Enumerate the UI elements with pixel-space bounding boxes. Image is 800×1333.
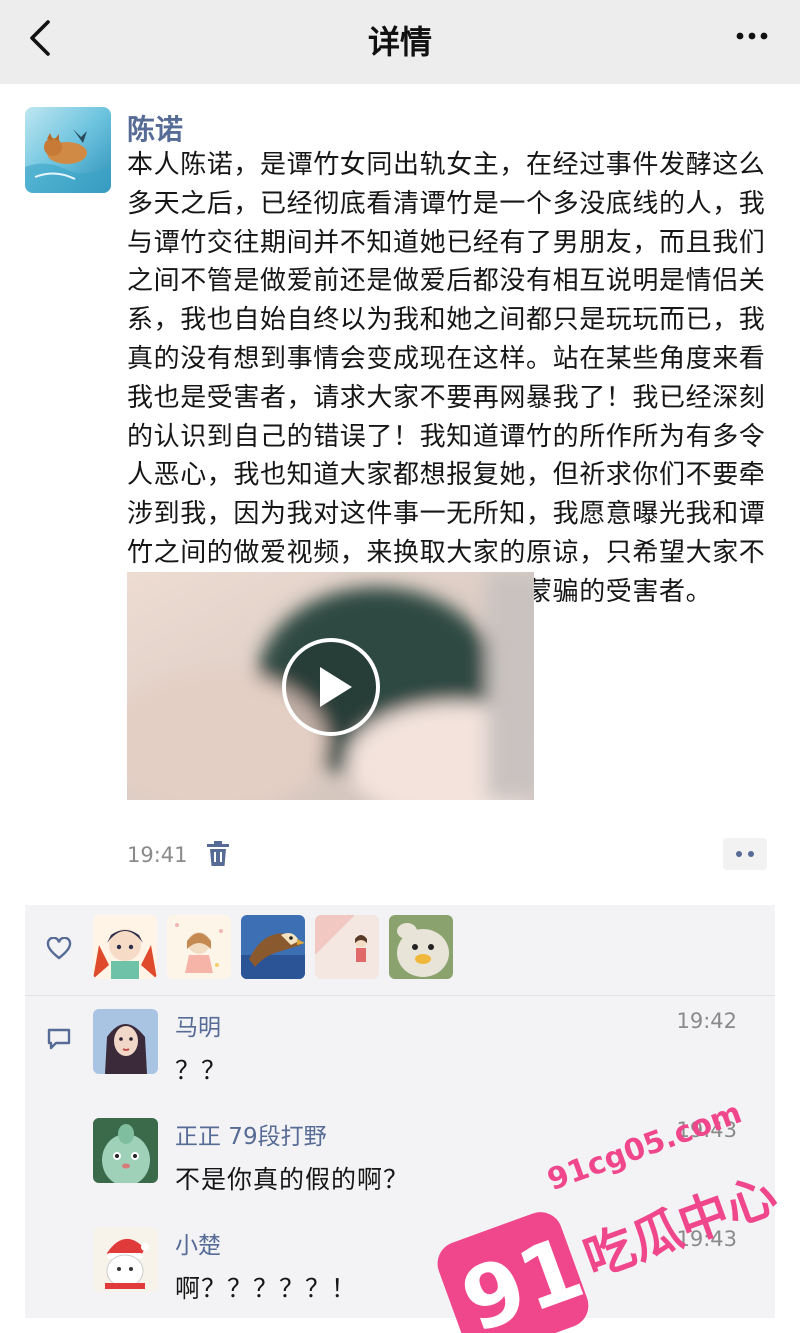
dots-icon[interactable] <box>723 838 767 870</box>
interaction-panel: 马明 19:42 ？？ 正正 79段打野 19:43 不是你真的假的啊？ 小楚 … <box>25 905 775 1318</box>
post-text-line: 系，我也自始自终以为我和她之间都只是玩玩而已，我 <box>127 305 766 336</box>
post-text-line: 真的没有想到事情会变成现在这样。站在某些角度来看 <box>127 343 766 374</box>
post-text-line: 涉到我，因为我对这件事一无所知，我愿意曝光我和谭 <box>127 499 766 530</box>
comment-text: 不是你真的假的啊？ <box>175 1165 410 1194</box>
commenter-name[interactable]: 正正 79段打野 <box>175 1117 327 1151</box>
author-avatar[interactable] <box>25 107 111 193</box>
comment-time: 19:42 <box>676 1009 737 1033</box>
comment-text: ？？ <box>175 1056 228 1085</box>
video-thumbnail[interactable] <box>127 572 534 800</box>
post-text-line: 与谭竹交往期间并不知道她已经有了男朋友，而且我们 <box>127 227 766 258</box>
liker-avatar[interactable] <box>93 915 157 979</box>
post-text-line: 人恶心，我也知道大家都想报复她，但祈求你们不要牵 <box>127 460 766 491</box>
commenter-avatar[interactable] <box>93 1118 158 1183</box>
post-text-line: 我也是受害者，请求大家不要再网暴我了！我已经深刻 <box>127 382 766 413</box>
commenter-name[interactable]: 小楚 <box>175 1226 221 1260</box>
post-text-line: 本人陈诺，是谭竹女同出轨女主，在经过事件发酵这么 <box>127 150 766 180</box>
post-text-line: 多天之后，已经彻底看清谭竹是一个多没底线的人，我 <box>127 188 766 219</box>
commenter-name[interactable]: 马明 <box>175 1008 221 1042</box>
liker-avatar[interactable] <box>389 915 453 979</box>
liker-avatar[interactable] <box>241 915 305 979</box>
liker-avatar[interactable] <box>167 915 231 979</box>
play-icon[interactable] <box>280 636 382 738</box>
comment-icon <box>46 1027 72 1051</box>
comment-time: 19:43 <box>676 1118 737 1142</box>
trash-icon[interactable] <box>205 840 231 868</box>
comment-item: 小楚 19:43 啊？？？？？！ <box>93 1227 763 1327</box>
post-author-name[interactable]: 陈诺 <box>127 108 183 148</box>
heart-outline-icon <box>46 936 72 961</box>
post-text-line: 竹之间的做爱视频，来换取大家的原谅，只希望大家不 <box>127 537 766 568</box>
commenter-avatar[interactable] <box>93 1009 158 1074</box>
ellipsis-icon[interactable] <box>732 24 772 48</box>
comment-text: 啊？？？？？！ <box>175 1274 358 1303</box>
divider <box>25 995 775 996</box>
nav-bar: 详情 <box>0 0 800 84</box>
post-text-line: 的认识到自己的错误了！我知道谭竹的所作所为有多令 <box>127 421 766 452</box>
comment-item: 正正 79段打野 19:43 不是你真的假的啊？ <box>93 1118 763 1218</box>
commenter-avatar[interactable] <box>93 1227 158 1292</box>
liker-avatar[interactable] <box>315 915 379 979</box>
comment-item: 马明 19:42 ？？ <box>93 1009 763 1109</box>
post-text-line: 之间不管是做爱前还是做爱后都没有相互说明是情侣关 <box>127 266 766 297</box>
comment-time: 19:43 <box>676 1227 737 1251</box>
post-time: 19:41 <box>127 843 188 867</box>
page-title: 详情 <box>367 23 432 61</box>
post-text: 本人陈诺，是谭竹女同出轨女主，在经过事件发酵这么 多天之后，已经彻底看清谭竹是一… <box>127 146 777 612</box>
